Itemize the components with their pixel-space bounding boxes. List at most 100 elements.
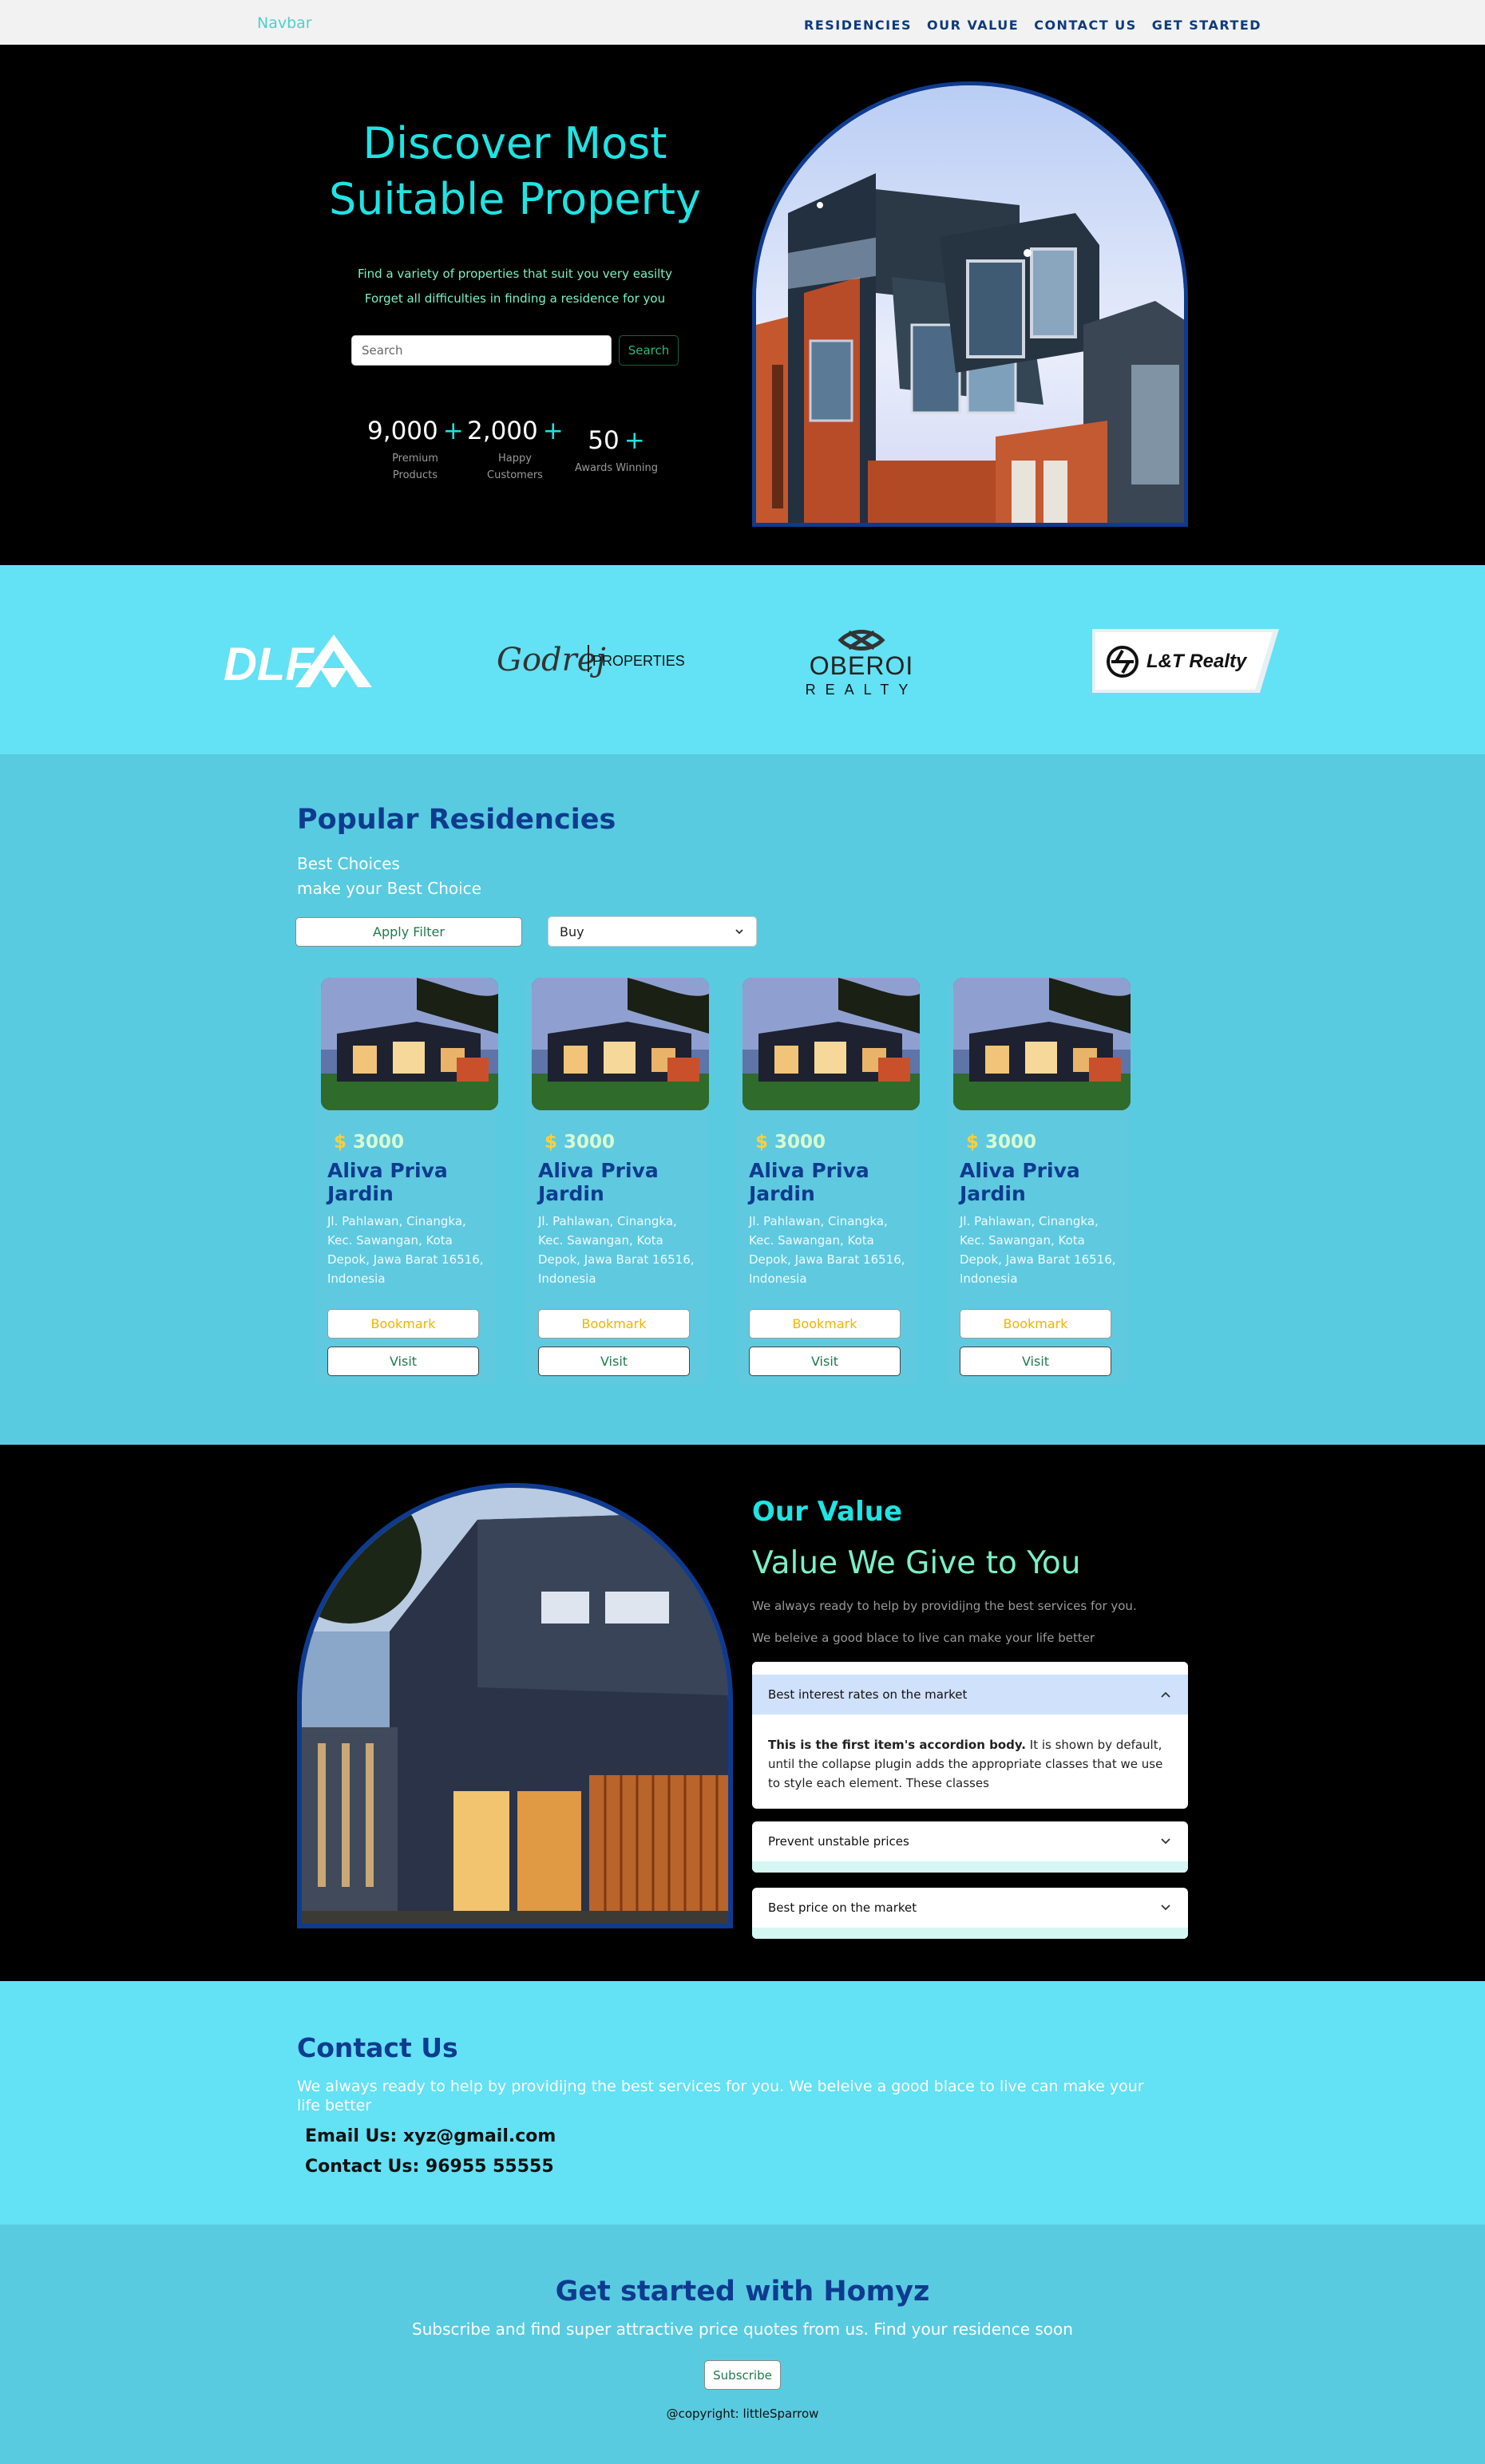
dlf-logo-text: DLF <box>224 639 314 690</box>
partner-logos: DLF Godrej PROPERTIES OBEROI REALTY L&T … <box>0 565 1485 754</box>
price-value: 3000 <box>353 1132 405 1153</box>
residency-address: Jl. Pahlawan, Cinangka, Kec. Sawangan, K… <box>960 1214 1116 1286</box>
lt-logo-text: L&T Realty <box>1146 651 1247 672</box>
stat-label-line: Customers <box>487 469 543 481</box>
hero-title: Discover Most Suitable Property <box>295 116 735 227</box>
currency-symbol: $ <box>966 1132 980 1153</box>
visit-button[interactable]: Visit <box>749 1347 901 1376</box>
residency-card[interactable]: $ 3000 Aliva Priva Jardin Jl. Pahlawan, Ci… <box>525 978 709 1385</box>
bookmark-button[interactable]: Bookmark <box>538 1309 690 1339</box>
stat-label-line: Happy <box>498 453 532 465</box>
stat-plus: + <box>442 417 464 445</box>
select-value: Buy <box>560 924 584 939</box>
price-value: 3000 <box>564 1132 616 1153</box>
nav-link-our-value[interactable]: OUR VALUE <box>927 18 1019 33</box>
modern-building-illustration <box>756 85 1184 523</box>
residency-address: Jl. Pahlawan, Cinangka, Kec. Sawangan, K… <box>327 1214 484 1286</box>
residency-address: Jl. Pahlawan, Cinangka, Kec. Sawangan, K… <box>538 1214 695 1286</box>
search-input[interactable] <box>351 335 612 366</box>
accordion-body-bold: This is the first item's accordion body. <box>768 1738 1027 1752</box>
stat-happy-customers: 2,000 + Happy Customers <box>467 417 564 484</box>
visit-button[interactable]: Visit <box>327 1347 479 1376</box>
currency-symbol: $ <box>334 1132 347 1153</box>
nav-link-get-started[interactable]: GET STARTED <box>1152 18 1261 33</box>
residencies-title: Popular Residencies <box>297 804 616 836</box>
residency-card-image <box>532 978 709 1110</box>
residency-card[interactable]: $ 3000 Aliva Priva Jardin Jl. Pahlawan, Ci… <box>315 978 498 1385</box>
chevron-up-icon <box>1161 1691 1170 1698</box>
modern-house-illustration <box>302 1488 728 1924</box>
residency-name: Aliva Priva Jardin <box>749 1159 869 1205</box>
residency-price: $ 3000 <box>334 1132 404 1153</box>
stat-number-wrap: 9,000 + <box>367 417 464 445</box>
residencies-section: Popular Residencies Best Choices make yo… <box>0 754 1485 1445</box>
accordion-top-pad <box>752 1662 1188 1675</box>
copyright-text: @copyright: littleSparrow <box>666 2407 819 2421</box>
house-photo-illustration <box>532 978 709 1110</box>
buy-rent-select[interactable]: Buy <box>548 916 757 947</box>
house-photo-illustration <box>742 978 920 1110</box>
apply-filter-button[interactable]: Apply Filter <box>295 917 522 947</box>
oberoi-logo-text: OBEROI <box>809 651 914 680</box>
accordion-item-3: Best price on the market <box>752 1888 1188 1939</box>
oberoi-logo-mark <box>838 630 885 651</box>
accordion-header-2[interactable]: Prevent unstable prices <box>752 1821 1188 1861</box>
stat-number-wrap: 2,000 + <box>467 417 564 445</box>
contact-email[interactable]: Email Us: xyz@gmail.com <box>305 2126 556 2146</box>
stat-label-line: Awards Winning <box>575 462 658 474</box>
residency-card[interactable]: $ 3000 Aliva Priva Jardin Jl. Pahlawan, Ci… <box>736 978 920 1385</box>
navbar: Navbar RESIDENCIES OUR VALUE CONTACT US … <box>0 0 1485 45</box>
residencies-subtitle: Best Choices make your Best Choice <box>297 852 481 901</box>
stat-number: 2,000 <box>467 417 538 445</box>
value-title: Our Value <box>752 1496 903 1528</box>
chevron-down-icon <box>735 929 743 935</box>
accordion-header-3[interactable]: Best price on the market <box>752 1888 1188 1928</box>
currency-symbol: $ <box>544 1132 558 1153</box>
hero-section: Discover Most Suitable Property Find a v… <box>0 45 1485 565</box>
currency-symbol: $ <box>755 1132 769 1153</box>
oberoi-logo-suffix: REALTY <box>805 682 918 698</box>
nav-link-contact-us[interactable]: CONTACT US <box>1034 18 1137 33</box>
navbar-brand[interactable]: Navbar <box>257 14 312 32</box>
residency-card-image <box>742 978 920 1110</box>
bookmark-button[interactable]: Bookmark <box>327 1309 479 1339</box>
residency-price: $ 3000 <box>544 1132 615 1153</box>
price-value: 3000 <box>985 1132 1037 1153</box>
contact-phone[interactable]: Contact Us: 96955 55555 <box>305 2157 554 2177</box>
chevron-down-icon <box>1161 1904 1170 1911</box>
residency-card-image <box>321 978 498 1110</box>
value-subtitle: Value We Give to You <box>752 1545 1081 1581</box>
bookmark-button[interactable]: Bookmark <box>960 1309 1111 1339</box>
visit-button[interactable]: Visit <box>960 1347 1111 1376</box>
search-button[interactable]: Search <box>619 335 679 366</box>
logo-divider <box>588 645 589 672</box>
house-photo-illustration <box>953 978 1131 1110</box>
accordion-header-1[interactable]: Best interest rates on the market <box>752 1675 1188 1715</box>
accordion-footer <box>752 1861 1188 1873</box>
hero-building-image <box>752 81 1188 527</box>
hero-subtitle-line-2: Forget all difficulties in finding a res… <box>364 291 666 306</box>
stat-plus: + <box>542 417 564 445</box>
subscribe-button[interactable]: Subscribe <box>704 2360 781 2390</box>
accordion-item-2: Prevent unstable prices <box>752 1821 1188 1873</box>
stat-plus: + <box>624 426 645 455</box>
hero-subtitle: Find a variety of properties that suit y… <box>311 262 719 311</box>
value-paragraph-2: We beleive a good blace to live can make… <box>752 1631 1095 1645</box>
nav-link-residencies[interactable]: RESIDENCIES <box>804 18 912 33</box>
visit-button[interactable]: Visit <box>538 1347 690 1376</box>
accordion-footer <box>752 1928 1188 1939</box>
residency-card[interactable]: $ 3000 Aliva Priva Jardin Jl. Pahlawan, Ci… <box>947 978 1131 1385</box>
residency-price: $ 3000 <box>966 1132 1036 1153</box>
bookmark-button[interactable]: Bookmark <box>749 1309 901 1339</box>
value-paragraph-1: We always ready to help by providijng th… <box>752 1599 1137 1613</box>
accordion-item-1: Best interest rates on the market This i… <box>752 1662 1188 1809</box>
accordion-body-1: This is the first item's accordion body.… <box>752 1715 1188 1809</box>
contact-section: Contact Us We always ready to help by pr… <box>0 1981 1485 2225</box>
stat-label-line: Premium <box>392 453 438 465</box>
residency-name: Aliva Priva Jardin <box>327 1159 448 1205</box>
godrej-properties-logo: Godrej PROPERTIES <box>497 637 688 693</box>
godrej-logo-text: Godrej <box>497 642 606 678</box>
stat-number-wrap: 50 + <box>568 426 664 455</box>
residencies-subtitle-line-2: make your Best Choice <box>297 879 481 898</box>
accordion-title: Best price on the market <box>768 1900 917 1915</box>
